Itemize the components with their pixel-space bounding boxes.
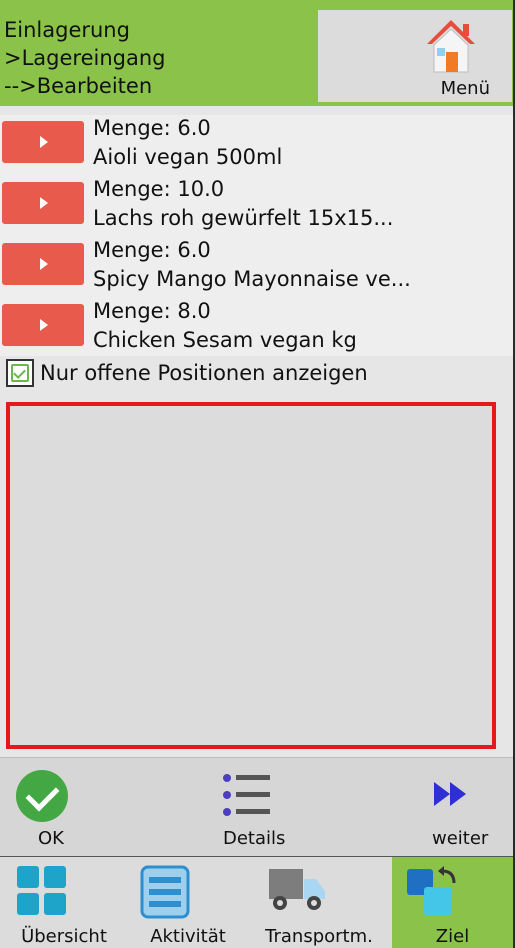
item-quantity: Menge: 6.0 <box>93 116 211 140</box>
grid-icon <box>17 866 66 915</box>
tab-label: Transportm. <box>265 926 373 947</box>
play-button[interactable] <box>2 304 84 346</box>
list-icon <box>223 774 270 816</box>
details-button[interactable]: Details <box>190 758 310 856</box>
tab-aktivitaet[interactable]: Aktivität <box>128 857 248 948</box>
list-item[interactable]: Menge: 6.0 Spicy Mango Mayonnaise ve... <box>0 237 513 298</box>
filter-checkbox[interactable] <box>6 359 34 387</box>
checkmark-icon <box>11 364 29 382</box>
item-quantity: Menge: 6.0 <box>93 238 211 262</box>
play-button[interactable] <box>2 121 84 163</box>
item-quantity: Menge: 8.0 <box>93 299 211 323</box>
tab-transportmittel[interactable]: Transportm. <box>248 857 390 948</box>
item-quantity: Menge: 10.0 <box>93 177 225 201</box>
list-item[interactable]: Menge: 6.0 Aioli vegan 500ml <box>0 115 513 192</box>
filter-label: Nur offene Positionen anzeigen <box>40 361 368 385</box>
list-item[interactable]: Menge: 8.0 Chicken Sesam vegan kg <box>0 298 513 356</box>
item-name: Lachs roh gewürfelt 15x15... <box>93 206 394 230</box>
ok-label: OK <box>38 828 64 849</box>
position-list: Menge: 6.0 Aioli vegan 500ml Menge: 10.0… <box>0 115 513 356</box>
item-name: Aioli vegan 500ml <box>93 145 283 169</box>
fast-forward-icon <box>434 782 466 806</box>
tab-label: Ziel <box>435 926 470 947</box>
play-button[interactable] <box>2 243 84 285</box>
list-item[interactable]: Menge: 10.0 Lachs roh gewürfelt 15x15... <box>0 176 513 237</box>
target-icon <box>407 866 456 915</box>
header: Einlagerung >Lagereingang -->Bearbeiten … <box>0 0 513 106</box>
page-title: Einlagerung >Lagereingang -->Bearbeiten <box>4 18 166 98</box>
open-positions-filter[interactable]: Nur offene Positionen anzeigen <box>0 355 513 391</box>
truck-icon <box>269 869 325 910</box>
bottom-nav: Übersicht Aktivität Transportm. Ziel <box>0 857 513 948</box>
action-bar: OK Details weiter <box>0 757 513 858</box>
tab-uebersicht[interactable]: Übersicht <box>0 857 128 948</box>
tab-ziel[interactable]: Ziel <box>392 857 513 948</box>
list-icon <box>140 865 190 919</box>
play-button[interactable] <box>2 182 84 224</box>
checkmark-circle-icon <box>16 770 68 822</box>
weiter-label: weiter <box>432 828 489 849</box>
home-icon <box>427 20 475 73</box>
app-frame: Einlagerung >Lagereingang -->Bearbeiten … <box>0 0 513 948</box>
item-name: Spicy Mango Mayonnaise ve... <box>93 267 411 291</box>
weiter-button[interactable]: weiter <box>420 758 513 856</box>
tab-label: Übersicht <box>21 926 107 947</box>
menu-button[interactable]: Menü <box>318 10 512 102</box>
ok-button[interactable]: OK <box>0 758 120 856</box>
menu-label: Menü <box>440 78 490 99</box>
details-label: Details <box>223 828 286 849</box>
item-name: Chicken Sesam vegan kg <box>93 328 357 352</box>
tab-label: Aktivität <box>150 926 226 947</box>
detail-panel <box>6 402 496 749</box>
